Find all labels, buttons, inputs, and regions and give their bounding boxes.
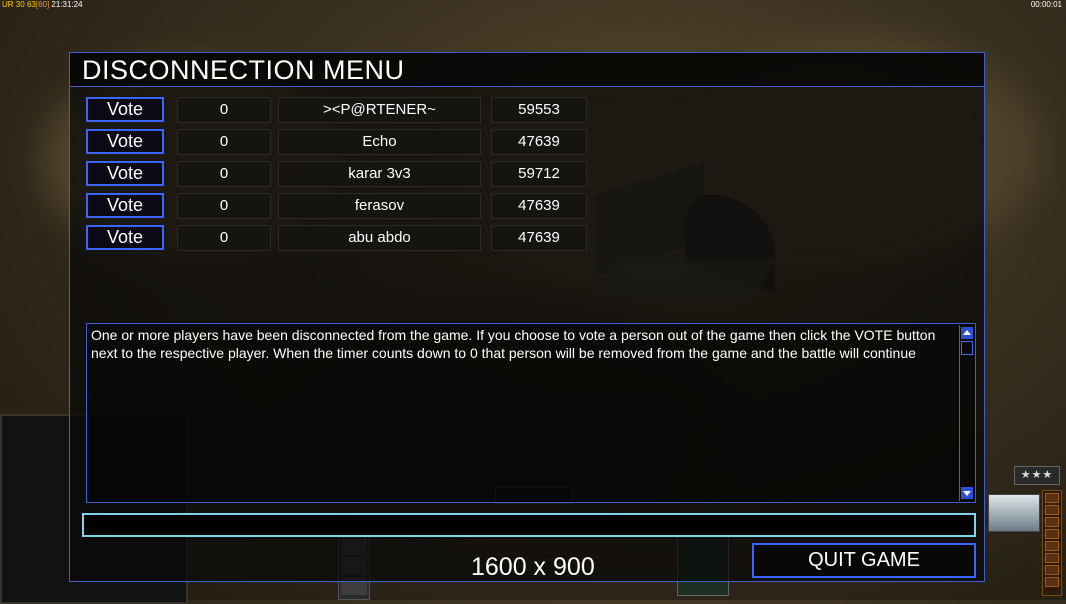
- hud-clock: 21:31:24: [51, 0, 83, 9]
- player-timer: 47639: [491, 193, 587, 219]
- vote-count: 0: [177, 225, 271, 251]
- player-timer: 59553: [491, 97, 587, 123]
- vote-button[interactable]: Vote: [86, 225, 164, 250]
- player-name: ><P@RTENER~: [278, 97, 481, 123]
- player-timer: 47639: [491, 129, 587, 155]
- dialog-title: DISCONNECTION MENU: [82, 55, 405, 85]
- player-timer: 59712: [491, 161, 587, 187]
- game-timer: 00:00:01: [1030, 0, 1062, 9]
- vote-count: 0: [177, 97, 271, 123]
- vote-count: 0: [177, 193, 271, 219]
- dialog-title-bar: DISCONNECTION MENU: [70, 53, 984, 87]
- vote-button[interactable]: Vote: [86, 193, 164, 218]
- vote-count: 0: [177, 129, 271, 155]
- chat-input[interactable]: [82, 513, 976, 537]
- scroll-down-icon[interactable]: [961, 487, 973, 499]
- hud-value: 63: [26, 0, 36, 9]
- resolution-label: 1600 x 900: [471, 553, 595, 581]
- disconnection-dialog: DISCONNECTION MENU Vote 0 ><P@RTENER~ 59…: [69, 52, 985, 582]
- player-timer: 47639: [491, 225, 587, 251]
- player-name: Echo: [278, 129, 481, 155]
- hud-code: UR: [2, 0, 14, 9]
- general-portrait: [988, 494, 1040, 532]
- player-name: karar 3v3: [278, 161, 481, 187]
- message-box[interactable]: One or more players have been disconnect…: [86, 323, 976, 503]
- vote-count: 0: [177, 161, 271, 187]
- message-scrollbar[interactable]: [959, 325, 974, 501]
- vote-button[interactable]: Vote: [86, 161, 164, 186]
- rank-progress-bar: [1042, 490, 1062, 596]
- player-name: abu abdo: [278, 225, 481, 251]
- scroll-thumb[interactable]: [961, 341, 973, 355]
- player-name: ferasov: [278, 193, 481, 219]
- vote-button[interactable]: Vote: [86, 97, 164, 122]
- scroll-up-icon[interactable]: [961, 327, 973, 339]
- hud-limit: [60]: [35, 0, 50, 9]
- quit-game-button[interactable]: QUIT GAME: [752, 543, 976, 578]
- hud-fps: 30: [15, 0, 25, 9]
- rank-stars: ★★★: [1014, 466, 1060, 485]
- vote-button[interactable]: Vote: [86, 129, 164, 154]
- fps-readout: UR 30 63[60] 21:31:24: [2, 0, 83, 10]
- message-text: One or more players have been disconnect…: [91, 327, 936, 361]
